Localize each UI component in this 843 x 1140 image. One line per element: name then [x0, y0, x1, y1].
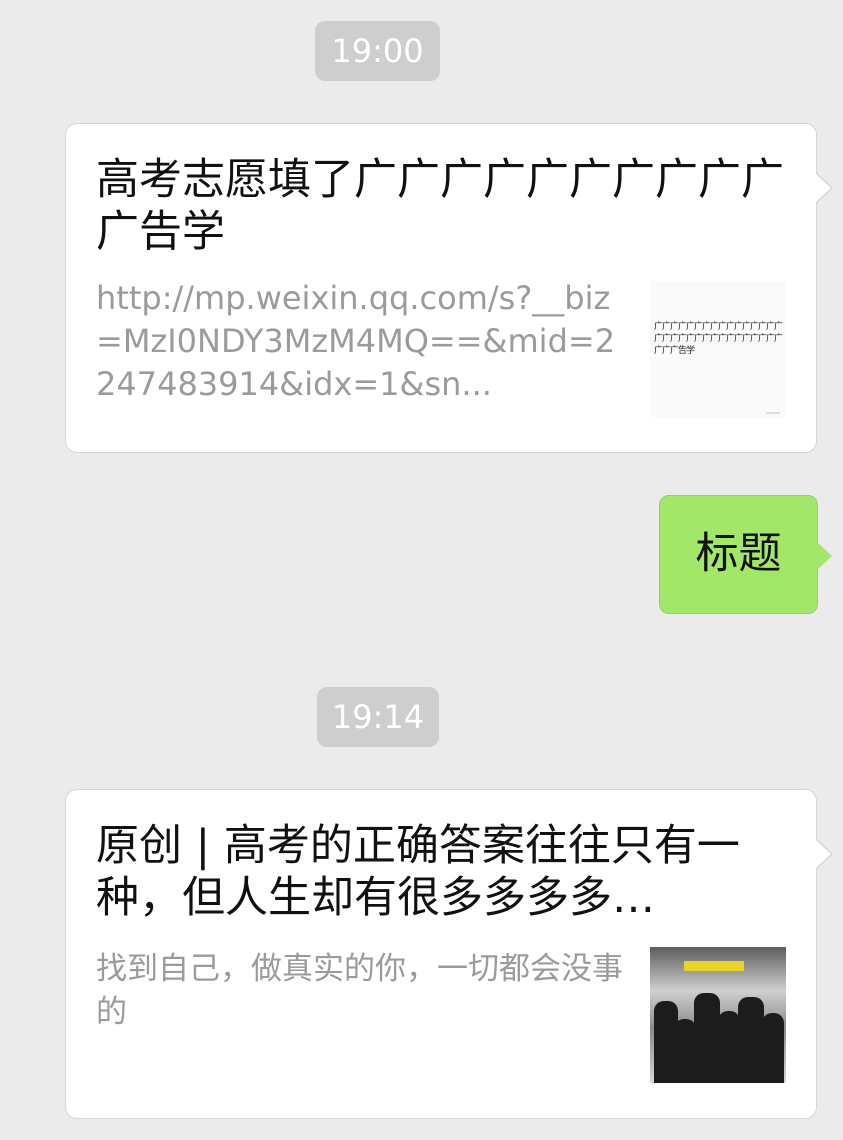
thumbnail-figure — [674, 1019, 696, 1083]
thumbnail-figure — [738, 997, 764, 1083]
article-link-card[interactable]: 原创 | 高考的正确答案往往只有一种，但人生却有很多多多多… 找到自己，做真实的… — [65, 789, 833, 1119]
thumbnail-watermark — [766, 412, 780, 414]
article-summary: 找到自己，做真实的你，一切都会没事的 — [96, 951, 623, 1030]
article-thumbnail — [650, 947, 786, 1083]
thumbnail-figure — [718, 1011, 740, 1083]
article-link-card[interactable]: 高考志愿填了广广广广广广广广广广广告学 http://mp.weixin.qq.… — [65, 123, 833, 453]
thumbnail-sign — [684, 961, 744, 971]
timestamp: 19:14 — [317, 687, 439, 747]
article-url: http://mp.weixin.qq.com/s?__biz=MzI0NDY3… — [96, 279, 616, 403]
thumbnail-text: 广广广广广广广广广广广广广广广广广广广广广广广广广广广广广广广广广广广告学 — [654, 322, 783, 356]
sent-message-bubble[interactable]: 标题 — [659, 495, 832, 614]
article-thumbnail: 广广广广广广广广广广广广广广广广广广广广广广广广广广广广广广广广广广广告学 — [650, 281, 786, 417]
timestamp: 19:00 — [315, 21, 440, 81]
article-title: 原创 | 高考的正确答案往往只有一种，但人生却有很多多多多… — [96, 821, 740, 923]
chat-message-list[interactable]: 19:00 高考志愿填了广广广广广广广广广广广告学 http://mp.weix… — [0, 0, 843, 1140]
thumbnail-figure — [694, 993, 720, 1083]
article-title: 高考志愿填了广广广广广广广广广广广告学 — [96, 155, 784, 257]
thumbnail-figure — [762, 1013, 784, 1083]
